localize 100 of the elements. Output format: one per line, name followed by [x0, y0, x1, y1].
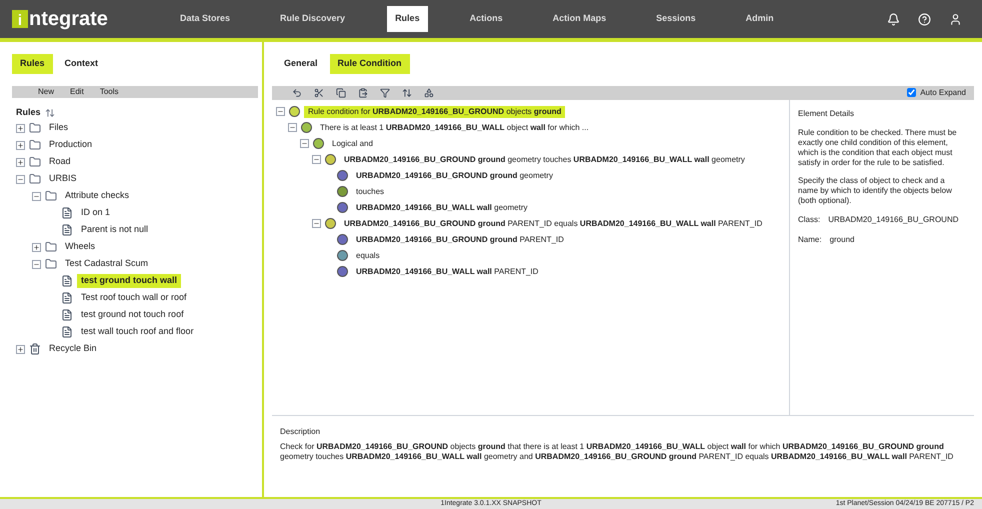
nav-tab[interactable]: Admin [738, 6, 782, 32]
collapse-icon[interactable] [32, 260, 41, 268]
description-label: Description [280, 426, 322, 438]
expand-icon[interactable] [16, 124, 25, 132]
tree-item[interactable]: Attribute checks [61, 189, 134, 203]
collapse-icon[interactable] [300, 139, 309, 148]
document-icon [61, 292, 73, 304]
panel-tab[interactable]: Rule Condition [330, 54, 410, 74]
condition-text[interactable]: Logical and [328, 138, 377, 150]
menu-item[interactable]: New [38, 86, 54, 98]
condition-text[interactable]: URBADM20_149166_BU_GROUND ground PARENT_ID equals URBADM20_149166_BU_WALL wall PARENT_ID [340, 218, 766, 230]
auto-expand-checkbox[interactable] [907, 88, 916, 97]
condition-text[interactable]: There is at least 1 URBADM20_149166_BU_WALL object wall for which ... [316, 122, 593, 134]
tree-title: Rules [16, 106, 41, 119]
field-value: ground [830, 234, 854, 246]
field-label: Class: [798, 214, 820, 226]
auto-expand-label: Auto Expand [920, 86, 966, 98]
tree-item[interactable]: Test Cadastral Scum [61, 257, 152, 271]
sort-icon[interactable] [402, 88, 412, 98]
details-title: Element Details [798, 108, 856, 120]
condition-text[interactable]: URBADM20_149166_BU_GROUND ground PARENT_ID [352, 234, 568, 246]
paste-icon[interactable] [358, 88, 368, 98]
node-icon [337, 266, 348, 277]
menu-item[interactable]: Edit [70, 86, 84, 98]
field-value: URBADM20_149166_BU_GROUND [828, 214, 959, 226]
tree-item[interactable]: test ground not touch roof [77, 308, 188, 322]
nav-tab[interactable]: Action Maps [544, 6, 614, 32]
expand-icon[interactable] [16, 140, 25, 150]
logo-text: ntegrate [29, 9, 108, 29]
condition-text[interactable]: URBADM20_149166_BU_GROUND ground geometry touches URBADM20_149166_BU_WALL wall geometry [340, 154, 749, 166]
tree-item[interactable]: URBIS [45, 172, 81, 186]
nav-tab[interactable]: Rules [387, 6, 428, 32]
shapes-icon[interactable] [424, 88, 434, 98]
tree-item[interactable]: Road [45, 155, 75, 169]
filter-icon[interactable] [380, 88, 390, 98]
document-icon [61, 207, 73, 219]
node-icon [325, 154, 336, 165]
expand-icon[interactable] [16, 344, 25, 354]
tree-item[interactable]: ID on 1 [77, 206, 114, 220]
collapse-icon[interactable] [16, 174, 25, 184]
panel-tab[interactable]: General [276, 54, 326, 74]
condition-text[interactable]: Rule condition for URBADM20_149166_BU_GROUND objects ground [304, 106, 566, 118]
help-icon[interactable] [918, 12, 931, 26]
expand-icon[interactable] [32, 242, 41, 252]
node-icon [325, 218, 336, 229]
node-icon [337, 170, 348, 181]
condition-text[interactable]: URBADM20_149166_BU_WALL wall geometry [352, 202, 532, 214]
panel-tab[interactable]: Rules [12, 54, 53, 74]
tree-item[interactable]: Wheels [61, 240, 100, 254]
user-icon[interactable] [949, 12, 962, 26]
tree-item[interactable]: test ground touch wall [77, 274, 181, 288]
collapse-icon[interactable] [312, 219, 321, 228]
details-text: Rule condition to be checked. There must be exactly one child condition of this element, which is the condition that each object must satisfy in order for the rule to be satisfied. [798, 128, 958, 168]
document-icon [61, 275, 73, 287]
menu-item[interactable]: Tools [100, 86, 118, 98]
folder-icon [45, 190, 57, 202]
nav-tab[interactable]: Actions [462, 6, 511, 32]
folder-icon [29, 139, 41, 151]
tree-item[interactable]: Recycle Bin [45, 342, 101, 356]
node-icon [337, 234, 348, 245]
document-icon [61, 326, 73, 338]
document-icon [61, 309, 73, 321]
collapse-icon[interactable] [312, 155, 321, 164]
collapse-icon[interactable] [32, 192, 41, 200]
logo-mark: i [12, 10, 28, 28]
node-icon [337, 250, 348, 261]
copy-icon[interactable] [336, 88, 346, 98]
node-icon [289, 106, 300, 117]
sort-icon[interactable] [44, 108, 55, 118]
tree-item[interactable]: Test roof touch wall or roof [77, 291, 191, 305]
undo-icon[interactable] [292, 88, 302, 98]
bell-icon[interactable] [887, 12, 900, 26]
collapse-icon[interactable] [288, 123, 297, 132]
condition-text[interactable]: equals [352, 250, 384, 262]
node-icon [337, 202, 348, 213]
folder-icon [29, 122, 41, 134]
condition-text[interactable]: URBADM20_149166_BU_WALL wall PARENT_ID [352, 266, 542, 278]
node-icon [301, 122, 312, 133]
nav-tab[interactable]: Sessions [648, 6, 704, 32]
trash-icon [29, 343, 41, 355]
tree-item[interactable]: test wall touch roof and floor [77, 325, 198, 339]
expand-icon[interactable] [16, 158, 25, 166]
nav-tab[interactable]: Rule Discovery [272, 6, 354, 32]
field-label: Name: [798, 234, 822, 246]
document-icon [61, 224, 73, 236]
collapse-icon[interactable] [276, 107, 285, 116]
tree-item[interactable]: Parent is not null [77, 223, 152, 237]
folder-icon [29, 156, 41, 168]
description-text: Check for URBADM20_149166_BU_GROUND objects ground that there is at least 1 URBADM20_149166_BU_WALL object wall for which URBADM20_149166_BU_GROUND ground geometry touches URBADM20_149166_BU_WALL wall geometry and URBADM20_149166_BU_GROUND ground PARENT_ID equals URBADM20_149166_BU_WALL wall PARENT_ID [280, 442, 954, 462]
cut-icon[interactable] [314, 88, 324, 98]
details-text: Specify the class of object to check and a name by which to identify the objects below (both optional). [798, 176, 953, 206]
tree-item[interactable]: Files [45, 121, 72, 135]
condition-text[interactable]: URBADM20_149166_BU_GROUND ground geometry [352, 170, 557, 182]
node-icon [337, 186, 348, 197]
folder-icon [45, 241, 57, 253]
folder-icon [45, 258, 57, 270]
tree-item[interactable]: Production [45, 138, 96, 152]
nav-tab[interactable]: Data Stores [172, 6, 238, 32]
condition-text[interactable]: touches [352, 186, 388, 198]
panel-tab[interactable]: Context [56, 54, 106, 74]
